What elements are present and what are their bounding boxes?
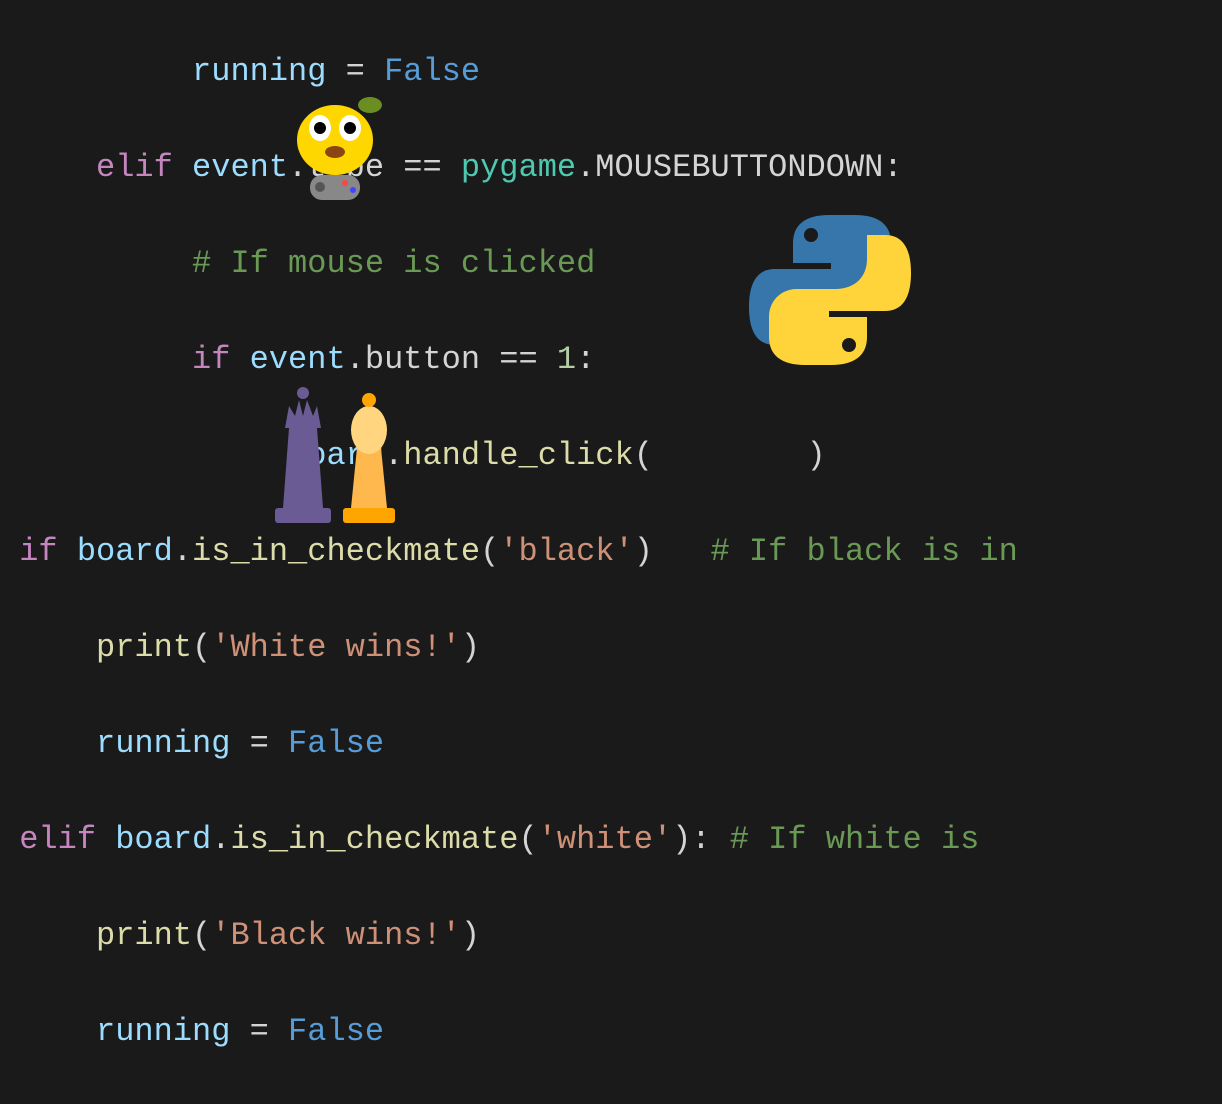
code-line: print('White wins!') [0,624,1222,672]
punct: : [576,341,595,378]
punct: ) [672,821,691,858]
function: print [96,629,192,666]
number: 1 [557,341,576,378]
variable: running [96,1013,230,1050]
code-line: elif board.is_in_checkmate('white'): # I… [0,816,1222,864]
member: MOUSEBUTTONDOWN [595,149,883,186]
function: is_in_checkmate [230,821,518,858]
code-line: board.handle_click( ) [0,432,1222,480]
operator: == [480,341,557,378]
punct: ( [634,437,653,474]
code-line: running = False [0,48,1222,96]
keyword: elif [19,821,96,858]
punct: . [173,533,192,570]
function: is_in_checkmate [192,533,480,570]
operator: = [230,1013,288,1050]
keyword: if [192,341,230,378]
comment: # If [192,245,269,282]
constant: False [288,1013,384,1050]
variable: board [96,821,211,858]
code-line: # If mouse is clicked [0,240,1222,288]
variable: board [58,533,173,570]
code-editor[interactable]: running = False elif event.type == pygam… [0,0,1222,1104]
code-line: if event.button == 1: [0,336,1222,384]
punct: . [576,149,595,186]
punct: ( [480,533,499,570]
keyword: elif [96,149,173,186]
module: pygame [461,149,576,186]
code-line: elif event.type == pygame.MOUSEBUTTONDOW… [0,144,1222,192]
variable: running [96,725,230,762]
comment: # If black is in [691,533,1017,570]
function: handle_click [403,437,633,474]
operator: = [230,725,288,762]
punct: ) [807,437,826,474]
code-line: if board.is_in_checkmate('black') # If b… [0,528,1222,576]
string: 'Black wins!' [211,917,461,954]
punct: ( [518,821,537,858]
string: 'White wins!' [211,629,461,666]
comment: # If white is [730,821,980,858]
keyword: if [19,533,57,570]
punct: ) [461,917,480,954]
python-logo-icon [745,205,915,375]
punct: : [691,821,729,858]
punct: ) [634,533,653,570]
code-line: running = False [0,720,1222,768]
pygame-mascot-icon [270,80,400,210]
comment: mouse is clicked [269,245,595,282]
punct: ) [461,629,480,666]
chess-pieces-icon [255,368,415,528]
punct: ( [192,917,211,954]
punct: ( [192,629,211,666]
code-line: print('Black wins!') [0,912,1222,960]
constant: False [288,725,384,762]
punct: . [211,821,230,858]
function: print [96,917,192,954]
code-line: running = False [0,1008,1222,1056]
string: 'black' [499,533,633,570]
string: 'white' [538,821,672,858]
punct: : [883,149,902,186]
